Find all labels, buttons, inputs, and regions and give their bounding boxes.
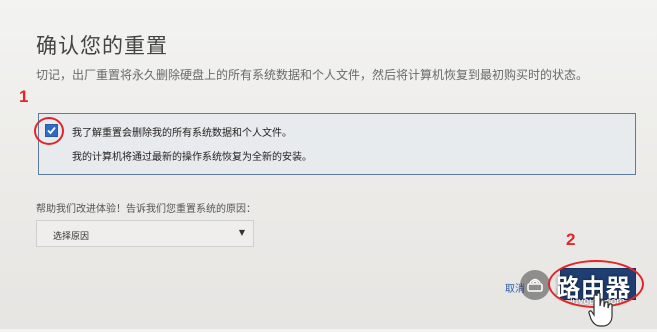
feedback-label: 帮助我们改进体验！告诉我们您重置系统的原因： bbox=[36, 204, 256, 215]
hand-cursor-icon bbox=[588, 292, 614, 332]
page-subtitle: 切记，出厂重置将永久删除硬盘上的所有系统数据和个人文件，然后将计算机恢复到最初购… bbox=[36, 68, 589, 82]
confirm-box bbox=[38, 113, 636, 175]
step-2-annotation: 2 bbox=[566, 230, 576, 249]
chevron-down-icon: ▼ bbox=[238, 228, 245, 237]
confirm-label-line1: 我了解重置会删除我的所有系统数据和个人文件。 bbox=[72, 128, 292, 139]
router-logo-icon bbox=[520, 270, 550, 300]
step-1-highlight bbox=[34, 117, 64, 145]
reason-dropdown[interactable]: 选择原因 ▼ bbox=[36, 220, 254, 247]
reason-dropdown-value: 选择原因 bbox=[53, 232, 90, 242]
confirm-label-line2: 我的计算机将通过最新的操作系统恢复为全新的安装。 bbox=[72, 152, 312, 163]
step-1-annotation: 1 bbox=[19, 87, 29, 106]
page-title: 确认您的重置 bbox=[36, 34, 168, 58]
